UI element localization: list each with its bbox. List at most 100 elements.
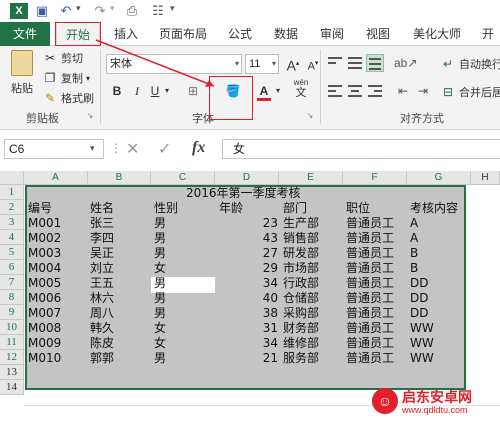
name-box[interactable]: C6 [4,139,104,159]
align-middle-icon[interactable] [346,54,364,72]
table-cell-id[interactable]: M007 [28,306,61,321]
table-cell-dept[interactable]: 研发部 [283,246,319,261]
table-cell-name[interactable]: 周八 [90,306,114,321]
font-color-dropdown-icon[interactable]: ▾ [273,82,283,100]
table-cell-id[interactable]: M010 [28,351,61,366]
undo-icon[interactable]: ↶ [58,3,74,19]
table-cell-dept[interactable]: 销售部 [283,231,319,246]
merge-center-button[interactable]: ⊟ 合并后居 [440,84,500,100]
table-cell-dept[interactable]: 行政部 [283,276,319,291]
redo-icon[interactable]: ↷ [92,3,108,19]
decrease-indent-icon[interactable]: ⇤ [394,82,412,100]
name-box-dropdown-icon[interactable]: ▾ [90,143,95,154]
tab-insert[interactable]: 插入 [106,22,146,46]
table-cell-id[interactable]: M001 [28,216,61,231]
formula-input[interactable]: 女 [222,139,500,159]
table-cell-gender[interactable]: 男 [154,351,166,366]
print-preview-icon[interactable]: ⎙ [124,3,140,19]
font-size-combo[interactable]: 11 ▾ [245,54,279,74]
table-cell-age[interactable]: 27 [240,246,278,261]
table-cell-gender[interactable]: 男 [154,291,166,306]
row-header[interactable]: 13 [0,365,24,380]
align-bottom-icon[interactable] [366,54,384,72]
table-cell-dept[interactable]: 仓储部 [283,291,319,306]
tab-data[interactable]: 数据 [266,22,306,46]
table-cell-dept[interactable]: 采购部 [283,306,319,321]
table-cell-gender[interactable]: 男 [154,216,166,231]
insert-function-icon[interactable]: fx [192,139,205,157]
table-cell-name[interactable]: 郭郭 [90,351,114,366]
column-header[interactable]: D [215,171,279,185]
table-cell-gender[interactable]: 男 [154,306,166,321]
table-cell-age[interactable]: 38 [240,306,278,321]
column-header[interactable]: H [471,171,500,185]
table-cell-id[interactable]: M008 [28,321,61,336]
table-cell-grade[interactable]: A [410,216,418,231]
customize-toolbar-icon[interactable]: ▾ [170,3,175,14]
font-color-button[interactable]: A [255,82,273,101]
save-icon[interactable]: ▣ [34,3,50,19]
align-right-icon[interactable] [366,82,384,100]
enter-check-icon[interactable]: ✓ [158,139,171,159]
column-header[interactable]: F [343,171,407,185]
redo-dropdown-icon[interactable]: ▾ [110,3,115,14]
table-cell-id[interactable]: M003 [28,246,61,261]
format-painter-button[interactable]: ✎ 格式刷 [42,90,94,106]
table-cell-age[interactable]: 40 [240,291,278,306]
tab-review[interactable]: 审阅 [312,22,352,46]
font-dialog-launcher-icon[interactable]: ↘ [304,110,316,122]
table-cell-name[interactable]: 林六 [90,291,114,306]
table-cell-gender[interactable]: 男 [154,276,166,291]
column-header[interactable]: B [88,171,151,185]
row-header[interactable]: 8 [0,290,24,305]
table-cell-gender[interactable]: 男 [154,246,166,261]
table-cell-gender[interactable]: 女 [154,336,166,351]
table-cell-name[interactable]: 李四 [90,231,114,246]
header-cell[interactable]: 部门 [283,201,307,216]
table-cell-age[interactable]: 29 [240,261,278,276]
tab-formulas[interactable]: 公式 [220,22,260,46]
bold-button[interactable]: B [108,82,126,100]
table-cell-gender[interactable]: 女 [154,261,166,276]
table-cell-position[interactable]: 普通员工 [346,261,394,276]
copy-button[interactable]: ❐ 复制 ▾ [42,70,90,86]
table-cell-name[interactable]: 刘立 [90,261,114,276]
header-cell[interactable]: 性别 [154,201,178,216]
paste-button[interactable]: 粘贴 [8,50,36,106]
table-cell-position[interactable]: 普通员工 [346,231,394,246]
header-cell[interactable]: 编号 [28,201,52,216]
row-header[interactable]: 5 [0,245,24,260]
table-cell-position[interactable]: 普通员工 [346,216,394,231]
table-cell-grade[interactable]: DD [410,306,428,321]
table-cell-position[interactable]: 普通员工 [346,306,394,321]
row-header[interactable]: 7 [0,275,24,290]
table-cell-id[interactable]: M006 [28,291,61,306]
header-cell[interactable]: 年龄 [219,201,243,216]
tab-developer[interactable]: 开 [476,22,500,46]
column-header[interactable]: E [279,171,343,185]
grow-font-button[interactable]: A▴ [284,55,302,74]
table-cell-dept[interactable]: 生产部 [283,216,319,231]
wrap-text-button[interactable]: ↵ 自动换行 [440,56,500,72]
table-cell-grade[interactable]: B [410,261,418,276]
orientation-icon[interactable]: ab↗ [394,54,417,72]
table-cell-position[interactable]: 普通员工 [346,321,394,336]
align-center-icon[interactable] [346,82,364,100]
table-cell-dept[interactable]: 财务部 [283,321,319,336]
tab-file[interactable]: 文件 [0,22,50,46]
row-header[interactable]: 1 [0,185,24,200]
tab-view[interactable]: 视图 [358,22,398,46]
row-header[interactable]: 3 [0,215,24,230]
row-header[interactable]: 4 [0,230,24,245]
row-header[interactable]: 14 [0,380,24,395]
font-name-combo[interactable]: 宋体 ▾ [106,54,242,74]
table-cell-age[interactable]: 34 [240,336,278,351]
row-header[interactable]: 9 [0,305,24,320]
column-header[interactable]: A [24,171,88,185]
table-cell-age[interactable]: 23 [240,216,278,231]
form-icon[interactable]: ☷ [150,3,166,19]
header-cell[interactable]: 考核内容 [410,201,458,216]
sheet-title-cell[interactable]: 2016年第一季度考核 [186,186,301,201]
table-cell-name[interactable]: 张三 [90,216,114,231]
table-cell-position[interactable]: 普通员工 [346,351,394,366]
